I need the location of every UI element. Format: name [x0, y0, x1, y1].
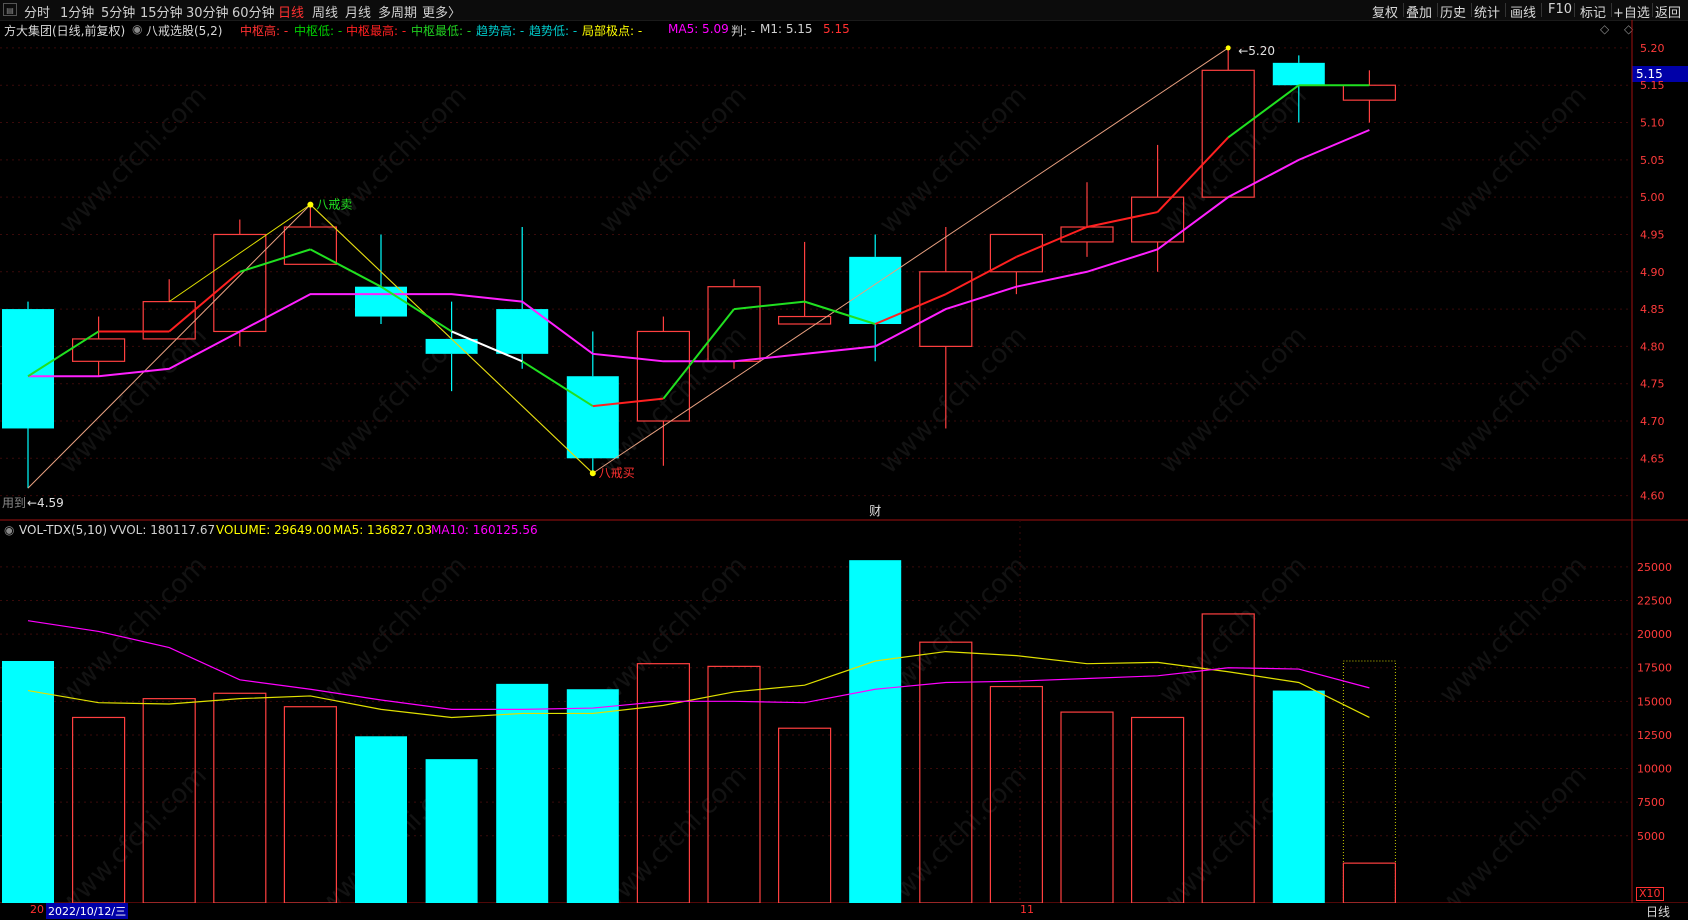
volume-tick-label: 7500 [1637, 796, 1665, 809]
month-label: 11 [1020, 903, 1034, 916]
bajie-line-segment [945, 255, 1017, 296]
volume-bar [1060, 711, 1114, 904]
volume-tick-label: 12500 [1637, 729, 1672, 742]
watermark: www.cfchi.com [1154, 321, 1313, 480]
buy-signal-dot [589, 470, 596, 477]
candle-body [355, 286, 407, 317]
price-tick-label: 4.80 [1640, 340, 1665, 353]
price-tick-label: 5.20 [1640, 42, 1665, 55]
price-tick-label: 4.65 [1640, 452, 1665, 465]
candle-body [425, 338, 478, 354]
candle-body [1342, 84, 1397, 101]
zigzag-trend-line [27, 47, 1229, 489]
watermark: www.cfchi.com [594, 551, 753, 710]
candle-body [2, 309, 54, 429]
price-tick-label: 4.90 [1640, 266, 1665, 279]
watermark: www.cfchi.com [1434, 551, 1593, 710]
price-tick-label: 4.85 [1640, 303, 1665, 316]
price-tick-label: 5.10 [1640, 117, 1665, 130]
bajie-line-segment [1086, 211, 1158, 228]
price-tick-label: 4.75 [1640, 378, 1665, 391]
price-ma5-line [28, 129, 1370, 378]
bottom-bar: 20 2022/10/12/三 11 日线 [0, 903, 1688, 920]
price-tick-label: 5.15 [1640, 79, 1665, 92]
volume-bar [849, 560, 902, 903]
volume-bar [566, 689, 619, 903]
volume-bar [283, 706, 337, 904]
watermark: www.cfchi.com [1434, 321, 1593, 480]
volume-bar [425, 759, 478, 903]
price-tick-label: 5.05 [1640, 154, 1665, 167]
buy-signal-label: 八戒买 [599, 466, 635, 480]
volume-bar [2, 661, 54, 903]
high-label: ←5.20 [1238, 44, 1275, 58]
watermark: www.cfchi.com [54, 761, 213, 917]
period-label[interactable]: 日线 [1646, 903, 1670, 920]
volume-bar [355, 736, 407, 903]
volume-tick-label: 22500 [1637, 595, 1672, 608]
volume-tick-label: 17500 [1637, 662, 1672, 675]
watermark: www.cfchi.com [1154, 551, 1313, 710]
price-tick-label: 5.00 [1640, 191, 1665, 204]
scale-badge: X10 [1636, 887, 1664, 901]
watermark: www.cfchi.com [314, 551, 473, 710]
finance-marker: 财 [869, 504, 881, 518]
volume-bar-projection [1342, 660, 1396, 904]
low-label: ←4.59 [27, 496, 64, 510]
bajie-line-segment [733, 300, 805, 311]
sell-signal-dot [307, 201, 314, 208]
volume-bar [1342, 862, 1397, 904]
volume-tick-label: 20000 [1637, 628, 1672, 641]
volume-bar [213, 692, 267, 904]
candle-body [1272, 62, 1325, 86]
volume-bar [496, 683, 549, 903]
candle-body [213, 233, 267, 333]
sell-signal-label: 八戒卖 [316, 198, 352, 212]
price-tick-label: 4.70 [1640, 415, 1665, 428]
volume-tick-label: 5000 [1637, 830, 1665, 843]
price-tick-label: 4.95 [1640, 228, 1665, 241]
date-prefix: 20 [30, 903, 44, 916]
chart-canvas[interactable]: www.cfchi.com www.cfchi.com www.cfchi.com w… [0, 0, 1688, 917]
volume-bar [777, 727, 832, 904]
volume-tick-label: 10000 [1637, 763, 1672, 776]
high-dot [1225, 45, 1231, 51]
watermark: www.cfchi.com [1434, 761, 1593, 917]
candle-body [849, 256, 902, 324]
volume-tick-label: 15000 [1637, 695, 1672, 708]
volume-bar [1272, 690, 1325, 903]
low-prefix-label: 用到 [2, 496, 26, 510]
watermark: www.cfchi.com [874, 321, 1033, 480]
bajie-line-segment [239, 248, 311, 273]
price-tick-label: 4.60 [1640, 490, 1665, 503]
candle-body [777, 315, 832, 325]
bajie-line-segment [309, 248, 382, 288]
watermark: www.cfchi.com [54, 551, 213, 710]
candle-body [566, 376, 619, 459]
volume-tick-label: 25000 [1637, 561, 1672, 574]
